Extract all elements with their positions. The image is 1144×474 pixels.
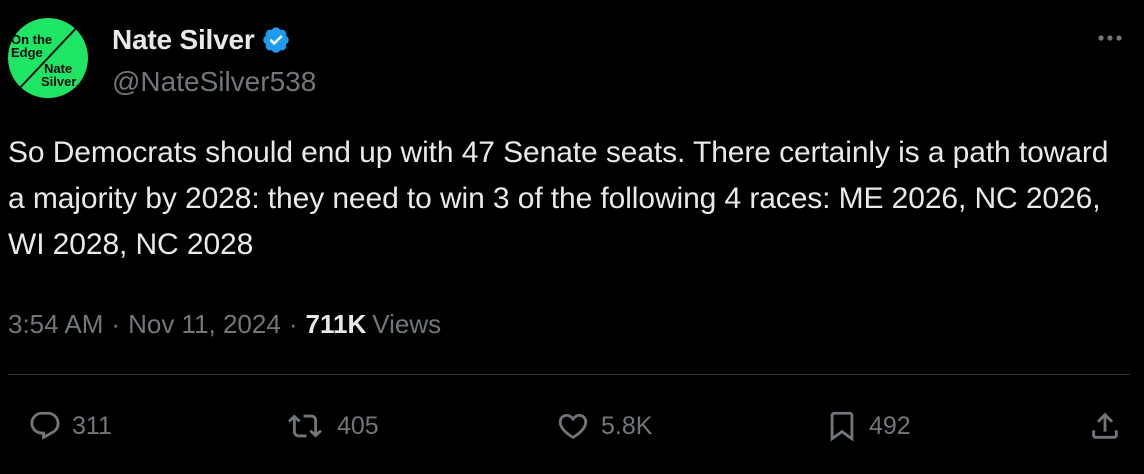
avatar-text-line-2: Edge bbox=[11, 45, 43, 60]
divider bbox=[8, 374, 1130, 375]
views-label[interactable]: Views bbox=[372, 309, 441, 340]
like-button[interactable]: 5.8K bbox=[555, 400, 652, 452]
avatar[interactable]: On the Edge Nate Silver bbox=[8, 18, 88, 98]
share-icon bbox=[1088, 408, 1122, 444]
reply-icon bbox=[28, 409, 62, 443]
verified-badge-icon[interactable] bbox=[261, 25, 291, 55]
tweet-time[interactable]: 3:54 AM bbox=[8, 309, 103, 340]
tweet-text: So Democrats should end up with 47 Senat… bbox=[8, 136, 1109, 261]
tweet-date[interactable]: Nov 11, 2024 bbox=[128, 309, 281, 340]
reply-button[interactable]: 311 bbox=[28, 400, 112, 452]
bookmark-button[interactable]: 492 bbox=[825, 400, 911, 452]
like-icon bbox=[555, 409, 591, 443]
tweet-header: On the Edge Nate Silver Nate Silver @Nat… bbox=[8, 18, 316, 98]
avatar-text-line-4: Silver bbox=[41, 74, 76, 89]
views-count[interactable]: 711K bbox=[306, 309, 367, 340]
bookmark-count: 492 bbox=[869, 411, 911, 440]
action-bar: 311 405 5.8K 492 bbox=[0, 400, 1144, 452]
more-icon[interactable] bbox=[1090, 20, 1130, 56]
reply-count: 311 bbox=[72, 411, 112, 440]
author-block: Nate Silver @NateSilver538 bbox=[112, 22, 316, 98]
avatar-image: On the Edge Nate Silver bbox=[11, 23, 81, 93]
display-name[interactable]: Nate Silver bbox=[112, 24, 255, 56]
bookmark-icon bbox=[825, 408, 859, 444]
like-count: 5.8K bbox=[601, 411, 653, 440]
meta-separator: · bbox=[288, 308, 298, 339]
author-handle[interactable]: @NateSilver538 bbox=[112, 66, 316, 98]
meta-separator: · bbox=[111, 308, 121, 339]
repost-count: 405 bbox=[337, 411, 379, 440]
repost-button[interactable]: 405 bbox=[283, 400, 379, 452]
tweet-meta: 3:54 AM · Nov 11, 2024 · 711K Views bbox=[8, 304, 441, 344]
name-row: Nate Silver bbox=[112, 22, 316, 58]
share-button[interactable] bbox=[1088, 400, 1122, 452]
repost-icon bbox=[283, 409, 327, 443]
